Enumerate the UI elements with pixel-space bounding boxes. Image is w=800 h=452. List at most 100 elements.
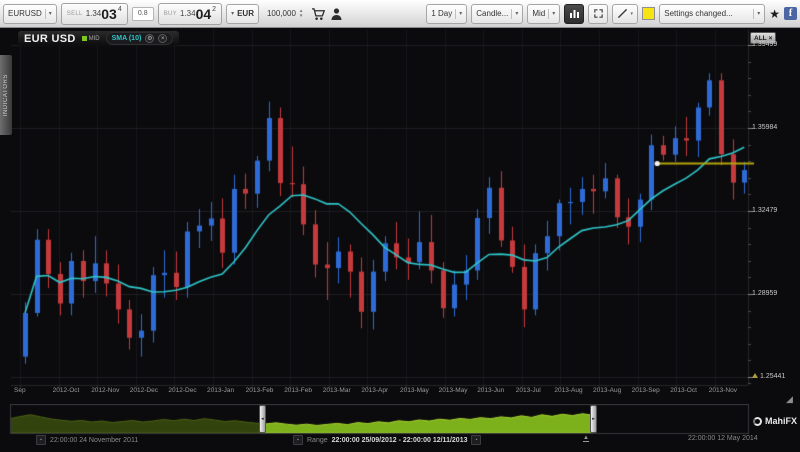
currency-label: EUR [237, 9, 254, 18]
x-axis-label: 2013-Aug [593, 387, 621, 394]
chart-header: EUR USD MID SMA (10) ⚙ × [18, 31, 179, 46]
expand-arrows-icon [593, 8, 604, 19]
navigator-right-handle[interactable]: ▸ [590, 405, 597, 433]
sma-label: SMA (10) [112, 35, 142, 42]
alert-triangle-icon [752, 373, 758, 378]
range-right-icon[interactable]: ▪ [471, 435, 481, 445]
navigator-range: ▪ Range 22:00:00 25/09/2012 - 22:00:00 1… [293, 435, 481, 445]
chart-title: EUR USD [24, 33, 76, 45]
sell-price-big: 03 [101, 7, 117, 21]
mid-color-square [82, 36, 87, 41]
price-mode-selector[interactable]: Mid ▾ [527, 4, 560, 24]
x-axis-label: 2013-Apr [361, 387, 388, 394]
x-axis-label: 2013-Feb [284, 387, 312, 394]
sell-label: SELL [67, 11, 83, 17]
x-axis-label: Sep [14, 387, 26, 394]
price-axis-label: 1.32479 [752, 207, 777, 214]
price-mode-label: Mid [532, 9, 545, 18]
amount-stepper[interactable]: ▲ ▼ [299, 9, 303, 19]
line-draw-tool[interactable]: ▾ [612, 4, 638, 24]
chevron-down-icon: ▾ [548, 9, 555, 19]
amount-input[interactable]: 100,000 ▲ ▼ [263, 5, 307, 23]
start-date-label: 22:00:00 24 November 2011 [50, 437, 138, 444]
top-toolbar: EURUSD ▾ SELL 1.34 03 4 0.8 BUY 1.34 04 … [0, 0, 800, 28]
buy-button[interactable]: BUY 1.34 04 2 [158, 3, 222, 25]
period-selector[interactable]: 1 Day ▾ [426, 4, 467, 24]
settings-selector[interactable]: Settings changed... ▾ [659, 4, 765, 24]
range-value-label: 22:00:00 25/09/2012 - 22:00:00 12/11/201… [332, 437, 468, 444]
price-axis-label: 1.28959 [752, 290, 777, 297]
sell-button[interactable]: SELL 1.34 03 4 [61, 3, 128, 25]
navigator-end-date: 22:00:00 12 May 2014 [688, 435, 758, 442]
x-axis-label: 2013-Nov [709, 387, 737, 394]
chart-style-label: Candle... [476, 9, 508, 18]
price-axis-label: 1.39499 [752, 41, 777, 48]
trade-controls: EURUSD ▾ SELL 1.34 03 4 0.8 BUY 1.34 04 … [3, 3, 343, 25]
chart-style-selector[interactable]: Candle... ▾ [471, 4, 523, 24]
buy-price-pip: 2 [212, 6, 216, 13]
x-axis-label: 2012-Dec [168, 387, 196, 394]
x-axis-label: 2013-Oct [670, 387, 697, 394]
price-axis-label: 1.25441 [752, 373, 785, 380]
buy-price-prefix: 1.34 [180, 9, 196, 18]
chevron-down-icon: ▾ [231, 9, 234, 19]
x-axis-label: 2013-Jun [477, 387, 504, 394]
handle-left-icon: ◂ [261, 416, 264, 422]
chevron-down-icon: ▾ [753, 9, 760, 19]
x-axis-label: 2013-Feb [246, 387, 274, 394]
price-axis-label: 1.35984 [752, 124, 777, 131]
mini-chart-icon [569, 8, 580, 19]
chevron-down-icon: ▾ [630, 11, 633, 17]
navigator-start-date: ▪ 22:00:00 24 November 2011 [36, 435, 138, 445]
cart-icon[interactable] [311, 7, 326, 21]
sma-indicator-badge[interactable]: SMA (10) ⚙ × [106, 32, 174, 45]
x-axis-label: 2013-Mar [323, 387, 351, 394]
facebook-icon[interactable]: f [784, 7, 797, 20]
sell-price-pip: 4 [118, 6, 122, 13]
chart-area: INDICATORS EUR USD MID SMA (10) ⚙ × ALL … [0, 28, 800, 452]
trading-app-window: EURUSD ▾ SELL 1.34 03 4 0.8 BUY 1.34 04 … [0, 0, 800, 452]
mahifx-logo-icon [753, 417, 762, 426]
range-prefix-label: Range [307, 437, 328, 444]
account-person-icon[interactable] [330, 7, 343, 21]
fullscreen-button[interactable] [588, 4, 608, 24]
navigator-left-handle[interactable]: ◂ [259, 405, 266, 433]
start-date-icon[interactable]: ▪ [36, 435, 46, 445]
x-axis-label: 2013-May [439, 387, 468, 394]
pair-label: EURUSD [8, 9, 42, 18]
color-swatch-yellow[interactable] [642, 7, 655, 20]
x-axis-label: 2013-Sep [632, 387, 660, 394]
range-left-icon[interactable]: ▪ [293, 435, 303, 445]
x-axis-label: 2013-Jan [207, 387, 234, 394]
indicators-tab[interactable]: INDICATORS [0, 55, 12, 135]
favorite-star-icon[interactable]: ★ [769, 8, 780, 20]
pair-selector[interactable]: EURUSD ▾ [3, 4, 57, 24]
x-axis-label: 2012-Nov [91, 387, 119, 394]
end-date-label: 22:00:00 12 May 2014 [688, 435, 758, 442]
x-axis-label: 2013-May [400, 387, 429, 394]
x-axis-label: 2013-Jul [516, 387, 541, 394]
stepper-down-icon: ▼ [299, 14, 303, 19]
buy-label: BUY [164, 11, 177, 17]
amount-value: 100,000 [267, 9, 296, 18]
settings-label: Settings changed... [664, 9, 733, 18]
chart-view-button[interactable] [564, 4, 584, 24]
navigator-chart[interactable] [0, 404, 800, 436]
indicators-tab-label: INDICATORS [3, 74, 9, 116]
period-label: 1 Day [431, 9, 452, 18]
x-axis-label: 2013-Aug [554, 387, 582, 394]
buy-price-big: 04 [196, 7, 212, 21]
spread-value: 0.8 [132, 7, 154, 21]
x-axis-label: 2012-Dec [130, 387, 158, 394]
sma-settings-gear-icon[interactable]: ⚙ [145, 34, 154, 43]
currency-selector[interactable]: ▾ EUR [226, 4, 259, 24]
sma-close-icon[interactable]: × [158, 34, 167, 43]
chevron-down-icon: ▾ [511, 9, 518, 19]
chart-controls: 1 Day ▾ Candle... ▾ Mid ▾ ▾ [426, 4, 797, 24]
chevron-down-icon: ▾ [455, 9, 462, 19]
handle-eject-icon[interactable]: ▲ [583, 435, 589, 442]
trendline-icon [617, 8, 628, 19]
chevron-down-icon: ▾ [45, 9, 52, 19]
handle-right-icon: ▸ [592, 416, 595, 422]
mid-badge: MID [82, 36, 100, 42]
